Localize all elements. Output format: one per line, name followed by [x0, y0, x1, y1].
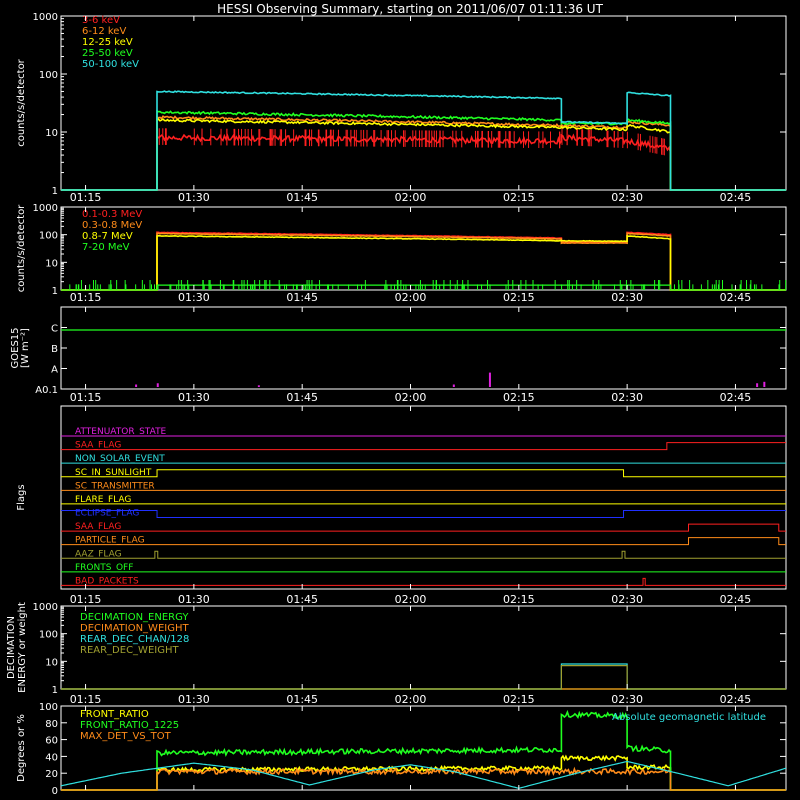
- y-axis-label: DECIMATION: [6, 616, 17, 679]
- y-tick-label: 80: [45, 719, 58, 730]
- flag-label: SC_TRANSMITTER: [75, 481, 155, 491]
- legend-entry: MAX_DET_VS_TOT: [80, 731, 172, 742]
- x-tick-label: 02:30: [611, 693, 643, 706]
- y-axis-label: Flags: [16, 484, 27, 510]
- x-tick-label: 02:30: [611, 291, 643, 304]
- y-tick-label: B: [51, 344, 58, 355]
- x-tick-label: 02:45: [720, 593, 752, 606]
- x-tick-label: 01:45: [286, 191, 318, 204]
- hessi-summary-chart: HESSI Observing Summary, starting on 201…: [0, 0, 800, 800]
- flag-label: SC_IN_SUNLIGHT: [75, 468, 152, 478]
- x-tick-label: 01:15: [70, 291, 102, 304]
- x-tick-label: 02:00: [395, 693, 427, 706]
- y-tick-label: 10: [45, 657, 58, 668]
- y-axis-label-2: ENERGY or weight: [17, 602, 28, 693]
- x-tick-label: 02:30: [611, 593, 643, 606]
- legend-entry: 6-12 keV: [82, 26, 126, 37]
- legend-entry: 0.3-0.8 MeV: [82, 220, 142, 231]
- x-tick-label: 02:00: [395, 291, 427, 304]
- flag-label: BAD_PACKETS: [75, 576, 139, 586]
- x-tick-label: 01:45: [286, 693, 318, 706]
- legend-entry: FRONT_RATIO_1225: [80, 720, 179, 731]
- x-tick-label: 02:30: [611, 191, 643, 204]
- legend-entry: DECIMATION_ENERGY: [80, 612, 189, 623]
- y-axis-label: counts/s/detector: [16, 204, 27, 292]
- y-tick-label: 1: [52, 286, 58, 297]
- flag-label: ECLIPSE_FLAG: [75, 509, 139, 519]
- y-tick-label: C: [51, 324, 58, 335]
- x-tick-label: 01:30: [178, 693, 210, 706]
- x-tick-label: 02:15: [503, 191, 535, 204]
- y-tick-label: 40: [45, 752, 58, 763]
- annotation: Absolute geomagnetic latitude: [612, 712, 766, 723]
- y-tick-label: 10: [45, 258, 58, 269]
- legend-entry: 50-100 keV: [82, 59, 139, 70]
- x-tick-label: 02:15: [503, 693, 535, 706]
- y-tick-label: 100: [39, 231, 58, 242]
- x-tick-label: 01:15: [70, 693, 102, 706]
- y-axis-unit: [W m⁻²]: [20, 328, 31, 368]
- legend-entry: REAR_DEC_CHAN/128: [80, 634, 189, 645]
- flag-label: FRONTS_OFF: [75, 563, 133, 573]
- y-tick-label: 100: [39, 70, 58, 81]
- x-tick-label: 02:45: [720, 191, 752, 204]
- x-tick-label: 01:30: [178, 191, 210, 204]
- flag-label: SAA_FLAG: [75, 441, 121, 451]
- y-tick-label: 100: [39, 630, 58, 641]
- y-tick-label: A: [51, 365, 58, 376]
- x-tick-label: 02:15: [503, 593, 535, 606]
- x-tick-label: 01:30: [178, 391, 210, 404]
- y-tick-label: 1000: [33, 203, 58, 214]
- x-tick-label: 02:45: [720, 391, 752, 404]
- y-tick-label: 20: [45, 769, 58, 780]
- x-tick-label: 02:45: [720, 693, 752, 706]
- x-tick-label: 01:45: [286, 391, 318, 404]
- flag-label: ATTENUATOR_STATE: [75, 427, 167, 437]
- y-tick-label: 0: [52, 786, 58, 797]
- y-tick-label: 1: [52, 186, 58, 197]
- x-tick-label: 02:15: [503, 391, 535, 404]
- x-tick-label: 02:30: [611, 391, 643, 404]
- legend-entry: 25-50 keV: [82, 48, 133, 59]
- flag-label: SAA_FLAG: [75, 522, 121, 532]
- legend-entry: 3-6 keV: [82, 15, 120, 26]
- y-tick-label: A0.1: [35, 385, 58, 396]
- y-tick-label: 10: [45, 128, 58, 139]
- legend-entry: 0.8-7 MeV: [82, 231, 133, 242]
- x-tick-label: 01:45: [286, 593, 318, 606]
- y-axis-label: Degrees or %: [16, 714, 27, 782]
- chart-title: HESSI Observing Summary, starting on 201…: [217, 2, 603, 16]
- y-tick-label: 100: [39, 702, 58, 713]
- legend-entry: 12-25 keV: [82, 37, 133, 48]
- y-tick-label: 60: [45, 736, 58, 747]
- x-tick-label: 02:00: [395, 593, 427, 606]
- flag-label: FLARE_FLAG: [75, 495, 131, 505]
- x-tick-label: 01:30: [178, 291, 210, 304]
- legend-entry: 0.1-0.3 MeV: [82, 209, 142, 220]
- x-tick-label: 01:15: [70, 593, 102, 606]
- legend-entry: DECIMATION_WEIGHT: [80, 623, 189, 634]
- legend-entry: 7-20 MeV: [82, 242, 130, 253]
- legend-entry: FRONT_RATIO: [80, 709, 149, 720]
- y-axis-label: counts/s/detector: [16, 58, 27, 146]
- x-tick-label: 02:00: [395, 191, 427, 204]
- x-tick-label: 01:45: [286, 291, 318, 304]
- flag-label: PARTICLE_FLAG: [75, 536, 145, 546]
- y-tick-label: 1000: [33, 12, 58, 23]
- x-tick-label: 02:00: [395, 391, 427, 404]
- flag-label: AAZ_FLAG: [75, 549, 122, 559]
- x-tick-label: 01:30: [178, 593, 210, 606]
- legend-entry: REAR_DEC_WEIGHT: [80, 645, 179, 656]
- x-tick-label: 01:15: [70, 191, 102, 204]
- x-tick-label: 02:15: [503, 291, 535, 304]
- y-tick-label: 1: [52, 685, 58, 696]
- x-tick-label: 02:45: [720, 291, 752, 304]
- y-tick-label: 1000: [33, 602, 58, 613]
- x-tick-label: 01:15: [70, 391, 102, 404]
- flag-label: NON_SOLAR_EVENT: [75, 454, 165, 464]
